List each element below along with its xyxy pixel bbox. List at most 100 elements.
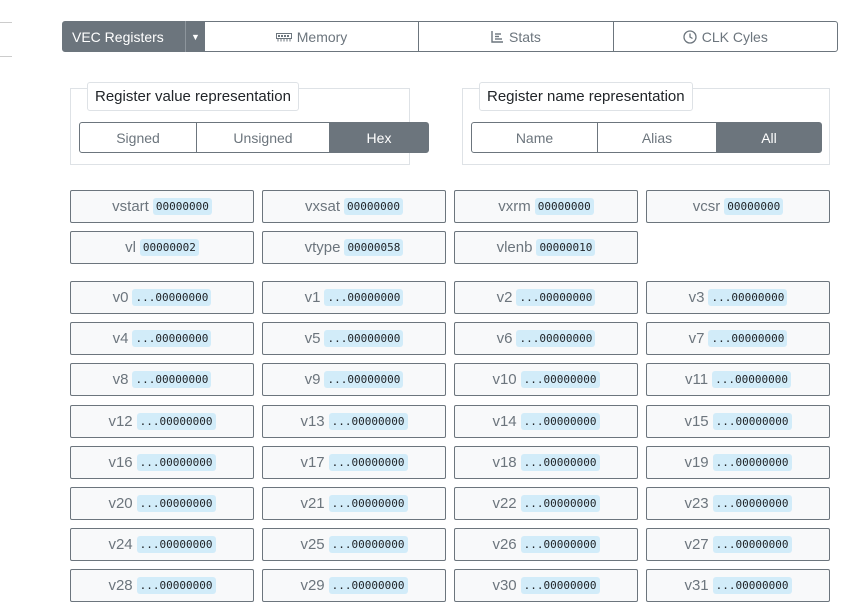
register-name: v2 [496, 289, 513, 306]
register-value: ...00000000 [324, 289, 404, 306]
register-v5[interactable]: v5 ...00000000 [262, 322, 446, 356]
register-v8[interactable]: v8 ...00000000 [70, 363, 254, 397]
register-name: vtype [304, 239, 341, 256]
register-v25[interactable]: v25 ...00000000 [262, 528, 446, 562]
register-value: ...00000000 [712, 536, 792, 554]
register-v2[interactable]: v2 ...00000000 [454, 281, 638, 314]
tab-vec-registers-label: VEC Registers [72, 28, 164, 45]
register-value: ...00000000 [516, 289, 596, 306]
register-value: ...00000000 [324, 330, 404, 348]
register-v7[interactable]: v7 ...00000000 [646, 322, 830, 356]
register-v1[interactable]: v1 ...00000000 [262, 281, 446, 314]
register-vtype[interactable]: vtype 00000058 [262, 231, 446, 264]
register-v19[interactable]: v19 ...00000000 [646, 445, 830, 479]
tab-vec-registers[interactable]: VEC Registers [62, 21, 187, 52]
register-vstart[interactable]: vstart 00000000 [70, 190, 254, 223]
register-v31[interactable]: v31 ...00000000 [646, 569, 830, 603]
register-v23[interactable]: v23 ...00000000 [646, 487, 830, 520]
register-name: v18 [492, 453, 517, 471]
register-name: vcsr [692, 198, 721, 215]
register-name: v11 [685, 371, 709, 389]
registers-dropdown-toggle[interactable]: ▼ [185, 21, 205, 52]
register-name: v28 [108, 577, 133, 595]
register-vxrm[interactable]: vxrm 00000000 [454, 190, 638, 223]
register-v16[interactable]: v16 ...00000000 [70, 445, 254, 479]
register-name: v13 [300, 412, 325, 430]
register-v22[interactable]: v22 ...00000000 [454, 487, 638, 520]
register-vl[interactable]: vl 00000002 [70, 231, 254, 264]
register-v30[interactable]: v30 ...00000000 [454, 569, 638, 603]
register-v26[interactable]: v26 ...00000000 [454, 528, 638, 562]
register-value: ...00000000 [132, 330, 212, 348]
option-signed[interactable]: Signed [79, 122, 197, 153]
register-value: ...00000000 [520, 453, 600, 471]
register-v9[interactable]: v9 ...00000000 [262, 363, 446, 397]
option-unsigned[interactable]: Unsigned [196, 122, 330, 153]
register-v29[interactable]: v29 ...00000000 [262, 569, 446, 603]
register-name: v19 [684, 453, 709, 471]
register-v18[interactable]: v18 ...00000000 [454, 445, 638, 479]
option-all[interactable]: All [716, 122, 822, 153]
register-v14[interactable]: v14 ...00000000 [454, 404, 638, 438]
register-name: v30 [492, 577, 517, 595]
tab-clk-cycles[interactable]: CLK Cyles [612, 21, 838, 52]
register-name: v9 [304, 371, 321, 389]
register-name: v8 [112, 371, 129, 389]
register-v3[interactable]: v3 ...00000000 [646, 281, 830, 314]
register-v28[interactable]: v28 ...00000000 [70, 569, 254, 603]
register-v0[interactable]: v0 ...00000000 [70, 281, 254, 314]
name-representation-selector: Name Alias All [471, 122, 822, 153]
register-value: 00000000 [344, 198, 403, 215]
register-vxsat[interactable]: vxsat 00000000 [262, 190, 446, 223]
tab-stats[interactable]: Stats [418, 21, 614, 52]
register-v24[interactable]: v24 ...00000000 [70, 528, 254, 562]
register-value: ...00000000 [136, 577, 216, 595]
register-name: vstart [112, 198, 149, 215]
register-name: v23 [684, 495, 709, 512]
register-value: 00000000 [152, 198, 212, 215]
register-name: v27 [684, 536, 709, 554]
tab-memory[interactable]: Memory [203, 21, 420, 52]
register-value: ...00000000 [712, 453, 792, 471]
register-value: ...00000000 [712, 495, 792, 512]
register-value: ...00000000 [132, 371, 212, 389]
register-v10[interactable]: v10 ...00000000 [454, 363, 638, 397]
register-v21[interactable]: v21 ...00000000 [262, 487, 446, 520]
register-value: ...00000000 [136, 453, 216, 471]
value-representation-selector: Signed Unsigned Hex [79, 122, 429, 153]
register-name: vlenb [496, 239, 533, 256]
register-v11[interactable]: v11 ...00000000 [646, 363, 830, 397]
option-hex[interactable]: Hex [329, 122, 429, 153]
register-name: v7 [688, 330, 705, 348]
register-name: v3 [688, 289, 705, 306]
register-vlenb[interactable]: vlenb 00000010 [454, 231, 638, 264]
register-v27[interactable]: v27 ...00000000 [646, 528, 830, 562]
register-vcsr[interactable]: vcsr 00000000 [646, 190, 830, 223]
register-name: v20 [108, 495, 133, 512]
register-name: v29 [300, 577, 325, 595]
register-name: v26 [492, 536, 517, 554]
option-name[interactable]: Name [471, 122, 598, 153]
value-representation-group: Register value representation Signed Uns… [70, 82, 429, 165]
register-name: v5 [304, 330, 321, 348]
clock-icon [683, 29, 697, 44]
register-name: v14 [492, 412, 517, 430]
register-name: v4 [112, 330, 129, 348]
register-value: ...00000000 [516, 330, 596, 348]
register-v12[interactable]: v12 ...00000000 [70, 404, 254, 438]
register-value: ...00000000 [520, 412, 600, 430]
register-v15[interactable]: v15 ...00000000 [646, 404, 830, 438]
register-v4[interactable]: v4 ...00000000 [70, 322, 254, 356]
register-v6[interactable]: v6 ...00000000 [454, 322, 638, 356]
register-v17[interactable]: v17 ...00000000 [262, 445, 446, 479]
register-value: 00000010 [536, 239, 596, 256]
tab-clk-cycles-label: CLK Cyles [701, 28, 768, 45]
register-v20[interactable]: v20 ...00000000 [70, 487, 254, 520]
register-name: v25 [300, 536, 325, 554]
register-value: ...00000000 [328, 453, 408, 471]
register-name: v17 [300, 453, 325, 471]
register-value: ...00000000 [136, 495, 216, 512]
register-name: vl [125, 239, 136, 256]
register-v13[interactable]: v13 ...00000000 [262, 404, 446, 438]
option-alias[interactable]: Alias [597, 122, 717, 153]
